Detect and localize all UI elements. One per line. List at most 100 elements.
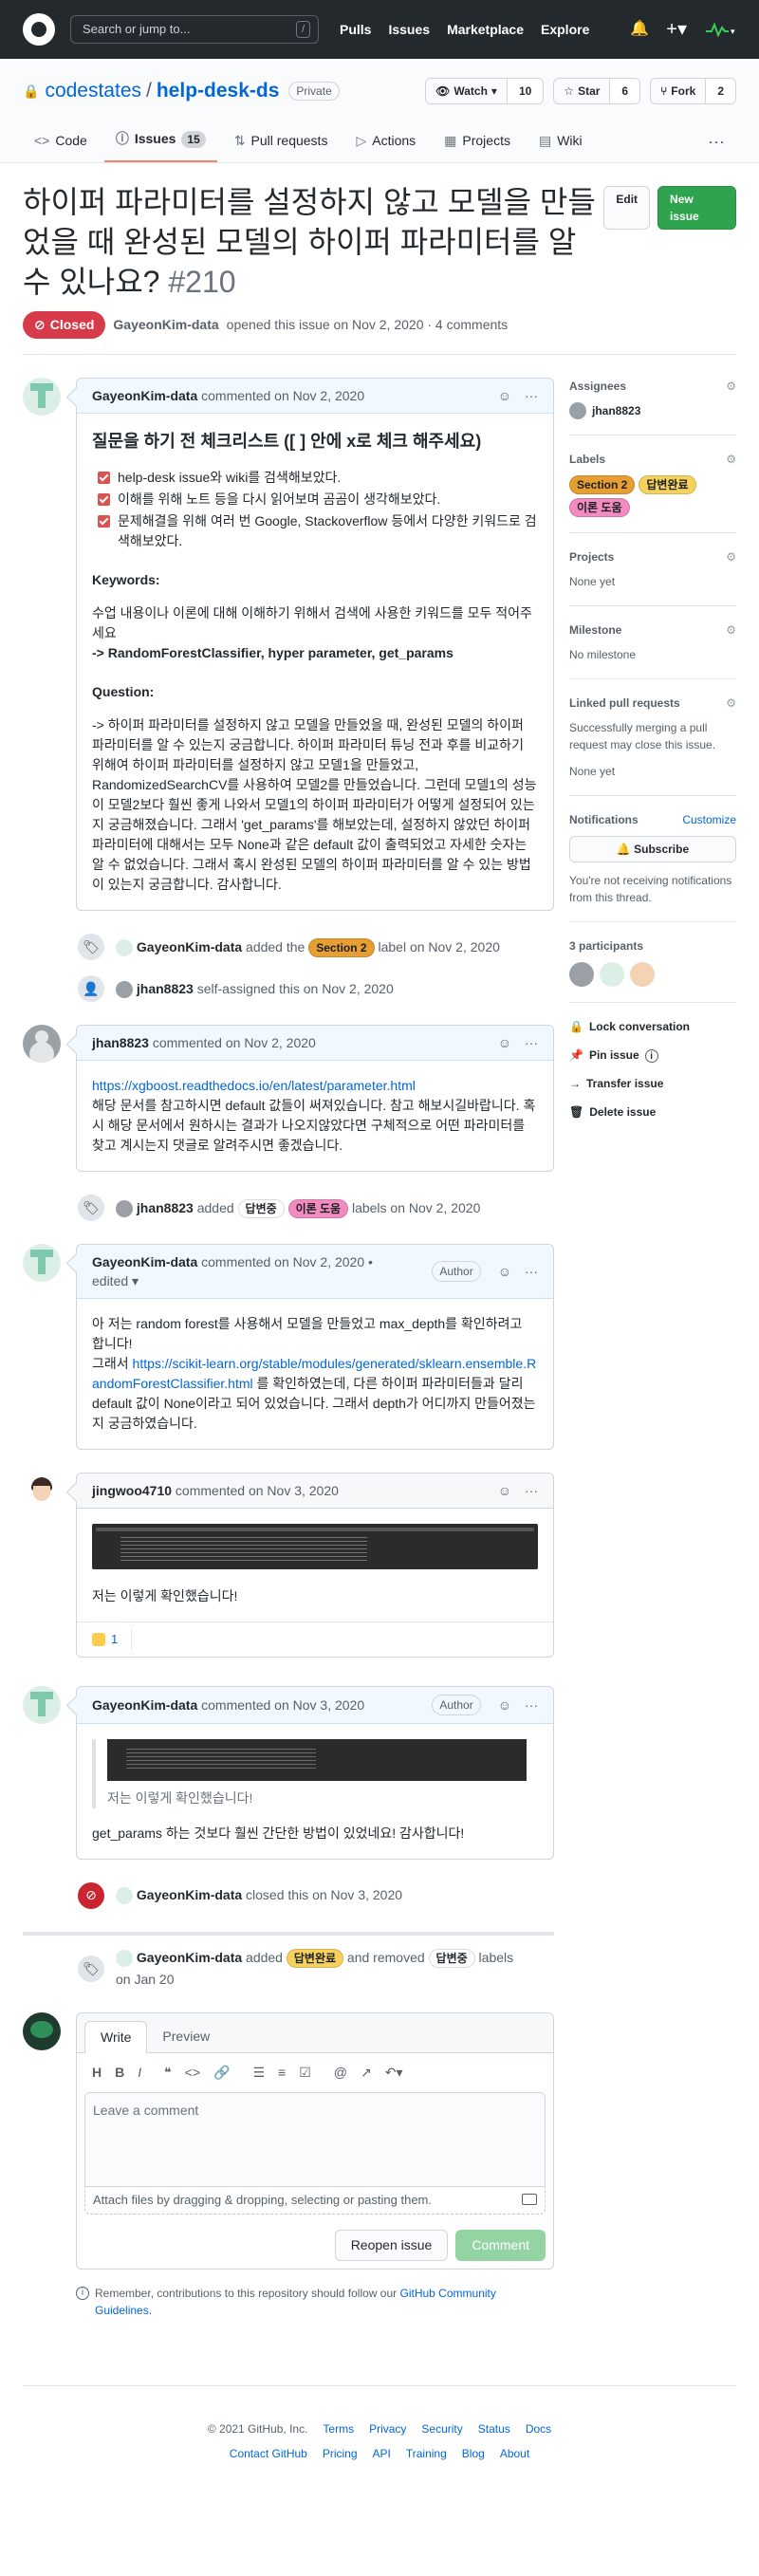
participant-avatar[interactable] bbox=[569, 962, 594, 987]
repo-owner-link[interactable]: codestates bbox=[45, 76, 141, 106]
label-answering[interactable]: 답변중 bbox=[428, 1948, 475, 1968]
avatar[interactable] bbox=[116, 1199, 133, 1217]
label-theory-help[interactable]: 이론 도움 bbox=[287, 1198, 349, 1218]
gear-icon[interactable]: ⚙ bbox=[726, 451, 736, 468]
heading-icon[interactable]: H bbox=[92, 2063, 102, 2083]
avatar[interactable] bbox=[23, 1025, 61, 1063]
avatar[interactable] bbox=[23, 1244, 61, 1282]
quote-icon[interactable]: ❝ bbox=[164, 2063, 172, 2083]
avatar[interactable] bbox=[569, 402, 586, 419]
star-count[interactable]: 6 bbox=[609, 79, 640, 103]
assignee-name[interactable]: jhan8823 bbox=[592, 402, 640, 419]
comment-button[interactable]: Comment bbox=[455, 2229, 546, 2261]
nav-pulls[interactable]: Pulls bbox=[340, 20, 371, 40]
smiley-icon[interactable]: ☺ bbox=[498, 1696, 511, 1714]
label-section2[interactable]: Section 2 bbox=[569, 475, 636, 494]
comment-date[interactable]: commented on Nov 2, 2020 bbox=[153, 1033, 316, 1052]
search-input[interactable]: Search or jump to... / bbox=[70, 15, 319, 44]
tab-actions[interactable]: ▷ Actions bbox=[344, 123, 427, 162]
comment-date[interactable]: commented on Nov 3, 2020 bbox=[201, 1696, 364, 1714]
event-actor[interactable]: GayeonKim-data bbox=[137, 939, 242, 954]
bell-icon[interactable]: 🔔 bbox=[630, 18, 649, 41]
tab-projects[interactable]: ▦ Projects bbox=[433, 123, 522, 162]
repo-name-link[interactable]: help-desk-ds bbox=[157, 76, 280, 106]
bold-icon[interactable]: B bbox=[115, 2063, 124, 2083]
link-icon[interactable]: 🔗 bbox=[213, 2063, 230, 2083]
tab-code[interactable]: <> Code bbox=[23, 123, 99, 162]
comment-textarea[interactable]: Leave a comment bbox=[84, 2092, 546, 2188]
attach-files-bar[interactable]: Attach files by dragging & dropping, sel… bbox=[84, 2187, 546, 2215]
more-icon[interactable]: ··· bbox=[696, 121, 736, 162]
gear-icon[interactable]: ⚙ bbox=[726, 548, 736, 565]
thumbs-up-reaction[interactable]: 1 bbox=[92, 1630, 133, 1649]
tab-wiki[interactable]: ▤ Wiki bbox=[528, 123, 594, 162]
nav-explore[interactable]: Explore bbox=[541, 20, 589, 40]
comment-date[interactable]: commented on Nov 2, 2020 • bbox=[201, 1254, 373, 1269]
mention-icon[interactable]: @ bbox=[334, 2063, 347, 2083]
footer-link[interactable]: Pricing bbox=[323, 2445, 358, 2462]
label-answering[interactable]: 답변중 bbox=[237, 1198, 285, 1218]
footer-link[interactable]: Privacy bbox=[369, 2420, 406, 2437]
comment-date[interactable]: commented on Nov 2, 2020 bbox=[201, 386, 364, 405]
plus-dropdown-icon[interactable]: +▾ bbox=[666, 15, 687, 44]
footer-link[interactable]: Blog bbox=[462, 2445, 485, 2462]
comment-author[interactable]: jhan8823 bbox=[92, 1033, 149, 1052]
avatar[interactable] bbox=[23, 2012, 61, 2051]
smiley-icon[interactable]: ☺ bbox=[498, 1481, 511, 1500]
event-actor[interactable]: jhan8823 bbox=[137, 1200, 194, 1215]
comment-author[interactable]: GayeonKim-data bbox=[92, 1696, 197, 1714]
comment-date[interactable]: commented on Nov 3, 2020 bbox=[176, 1481, 339, 1500]
kebab-icon[interactable]: ··· bbox=[525, 1262, 538, 1281]
kebab-icon[interactable]: ··· bbox=[525, 1033, 538, 1052]
avatar[interactable] bbox=[116, 980, 133, 998]
tab-issues[interactable]: ⓘ Issues 15 bbox=[103, 121, 217, 162]
gear-icon[interactable]: ⚙ bbox=[726, 695, 736, 712]
bulleted-list-icon[interactable]: ☰ bbox=[252, 2063, 265, 2083]
avatar[interactable] bbox=[23, 378, 61, 416]
fork-button[interactable]: ⑂ Fork 2 bbox=[650, 78, 736, 104]
avatar[interactable] bbox=[23, 1473, 61, 1510]
avatar[interactable] bbox=[116, 1949, 133, 1967]
delete-issue-link[interactable]: 🗑 Delete issue bbox=[569, 1103, 736, 1121]
watch-count[interactable]: 10 bbox=[506, 79, 544, 103]
star-button[interactable]: ☆ Star 6 bbox=[553, 78, 641, 104]
participant-avatar[interactable] bbox=[630, 962, 655, 987]
nav-marketplace[interactable]: Marketplace bbox=[447, 20, 524, 40]
event-actor[interactable]: GayeonKim-data bbox=[137, 1887, 242, 1902]
avatar[interactable] bbox=[23, 1685, 61, 1724]
reply-icon[interactable]: ↶▾ bbox=[385, 2063, 403, 2083]
code-icon[interactable]: <> bbox=[185, 2063, 200, 2083]
label-section2[interactable]: Section 2 bbox=[308, 937, 375, 957]
gear-icon[interactable]: ⚙ bbox=[726, 378, 736, 395]
tab-pull-requests[interactable]: ⇅ Pull requests bbox=[223, 123, 340, 162]
nav-issues[interactable]: Issues bbox=[388, 20, 430, 40]
kebab-icon[interactable]: ··· bbox=[525, 1481, 538, 1500]
pin-issue-link[interactable]: 📌 Pin issue i bbox=[569, 1047, 736, 1064]
fork-count[interactable]: 2 bbox=[705, 79, 735, 103]
issue-author[interactable]: GayeonKim-data bbox=[113, 315, 218, 335]
github-logo-icon[interactable] bbox=[23, 13, 55, 46]
label-theory-help[interactable]: 이론 도움 bbox=[569, 498, 630, 517]
footer-link[interactable]: Status bbox=[478, 2420, 510, 2437]
label-answered[interactable]: 답변완료 bbox=[639, 475, 696, 494]
transfer-issue-link[interactable]: → Transfer issue bbox=[569, 1075, 736, 1092]
new-issue-button[interactable]: New issue bbox=[657, 186, 736, 230]
cross-reference-icon[interactable]: ↗ bbox=[361, 2063, 372, 2083]
footer-link[interactable]: Terms bbox=[323, 2420, 354, 2437]
comment-author[interactable]: jingwoo4710 bbox=[92, 1481, 172, 1500]
footer-link[interactable]: Docs bbox=[526, 2420, 551, 2437]
terminal-screenshot-image[interactable] bbox=[92, 1524, 538, 1569]
reopen-issue-button[interactable]: Reopen issue bbox=[334, 2229, 449, 2261]
lock-conversation-link[interactable]: 🔒 Lock conversation bbox=[569, 1018, 736, 1035]
event-actor[interactable]: jhan8823 bbox=[137, 981, 194, 996]
tab-write[interactable]: Write bbox=[84, 2021, 148, 2054]
quoted-screenshot-image[interactable] bbox=[107, 1738, 527, 1781]
customize-link[interactable]: Customize bbox=[682, 811, 736, 828]
edited-dropdown[interactable]: edited ▾ bbox=[92, 1273, 139, 1288]
avatar[interactable] bbox=[116, 1887, 133, 1905]
avatar[interactable] bbox=[116, 938, 133, 956]
footer-link[interactable]: Training bbox=[406, 2445, 447, 2462]
numbered-list-icon[interactable]: ≡ bbox=[278, 2063, 286, 2083]
label-answered[interactable]: 답변완료 bbox=[286, 1948, 344, 1968]
smiley-icon[interactable]: ☺ bbox=[498, 1262, 511, 1281]
